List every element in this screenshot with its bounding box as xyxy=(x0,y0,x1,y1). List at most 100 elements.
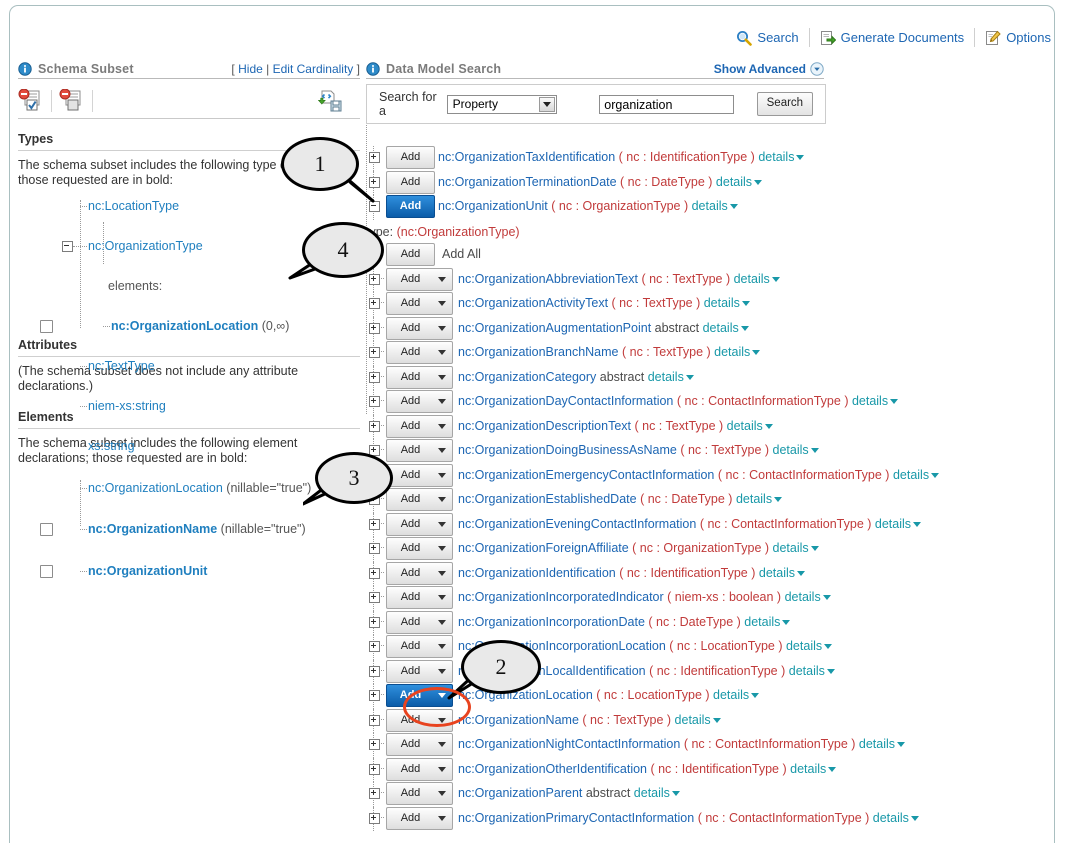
expand-toggle[interactable] xyxy=(369,372,380,383)
expand-toggle[interactable] xyxy=(369,739,380,750)
property-name[interactable]: nc:OrganizationUnit xyxy=(438,199,551,213)
element-node-checkbox[interactable] xyxy=(40,565,53,578)
details-link[interactable]: details xyxy=(648,370,694,384)
expand-toggle[interactable] xyxy=(369,764,380,775)
add-button-selected[interactable]: Add xyxy=(386,195,435,218)
details-link[interactable]: details xyxy=(692,199,738,213)
add-dropdown-button[interactable] xyxy=(432,415,453,438)
add-dropdown-button[interactable] xyxy=(432,439,453,462)
property-name[interactable]: nc:OrganizationAbbreviationText xyxy=(458,272,641,286)
add-dropdown-button[interactable] xyxy=(432,464,453,487)
expand-toggle[interactable] xyxy=(369,715,380,726)
add-button[interactable]: Add xyxy=(386,513,435,536)
add-dropdown-button[interactable] xyxy=(432,390,453,413)
type-link[interactable]: nc:OrganizationLocation xyxy=(111,319,258,333)
property-name[interactable]: nc:OrganizationIncorporatedIndicator xyxy=(458,590,667,604)
expand-toggle[interactable] xyxy=(369,421,380,432)
type-link[interactable]: nc:TextType xyxy=(88,359,155,373)
details-link[interactable]: details xyxy=(773,541,819,555)
add-dropdown-button[interactable] xyxy=(432,733,453,756)
property-name[interactable]: nc:OrganizationEstablishedDate xyxy=(458,492,640,506)
add-dropdown-button[interactable] xyxy=(432,709,453,732)
show-advanced-toggle[interactable]: Show Advanced xyxy=(714,62,824,76)
generate-documents-action[interactable]: Generate Documents xyxy=(810,28,976,47)
add-dropdown-button[interactable] xyxy=(432,537,453,560)
collapse-toggle[interactable] xyxy=(62,241,73,252)
add-button[interactable]: Add xyxy=(386,171,435,194)
details-link[interactable]: details xyxy=(789,664,835,678)
details-link[interactable]: details xyxy=(758,150,804,164)
add-dropdown-button[interactable] xyxy=(432,317,453,340)
add-button[interactable]: Add xyxy=(386,611,435,634)
details-link[interactable]: details xyxy=(759,566,805,580)
property-name[interactable]: nc:OrganizationCategory xyxy=(458,370,600,384)
details-link[interactable]: details xyxy=(634,786,680,800)
expand-toggle[interactable] xyxy=(369,690,380,701)
add-button[interactable]: Add xyxy=(386,415,435,438)
expand-toggle[interactable] xyxy=(369,592,380,603)
expand-toggle[interactable] xyxy=(369,617,380,628)
add-button[interactable]: Add xyxy=(386,390,435,413)
property-name[interactable]: nc:OrganizationName xyxy=(458,713,582,727)
search-type-select[interactable]: Property xyxy=(447,95,557,114)
element-node-checkbox[interactable] xyxy=(40,523,53,536)
hide-link[interactable]: Hide xyxy=(238,62,263,76)
remove-all-icon[interactable] xyxy=(59,89,85,113)
property-name[interactable]: nc:OrganizationPrimaryContactInformation xyxy=(458,811,698,825)
add-dropdown-button[interactable] xyxy=(432,758,453,781)
element-link[interactable]: nc:OrganizationName xyxy=(88,522,217,536)
search-action[interactable]: Search xyxy=(726,28,809,47)
add-dropdown-button[interactable] xyxy=(432,268,453,291)
add-dropdown-button[interactable] xyxy=(432,513,453,536)
property-name[interactable]: nc:OrganizationNightContactInformation xyxy=(458,737,684,751)
add-button[interactable]: Add xyxy=(386,807,435,830)
property-name[interactable]: nc:OrganizationParent xyxy=(458,786,586,800)
save-schema-icon[interactable] xyxy=(318,89,344,113)
add-button[interactable]: Add xyxy=(386,586,435,609)
details-link[interactable]: details xyxy=(736,492,782,506)
options-action[interactable]: Options xyxy=(975,28,1055,47)
property-name[interactable]: nc:OrganizationDoingBusinessAsName xyxy=(458,443,680,457)
details-link[interactable]: details xyxy=(785,590,831,604)
property-name[interactable]: nc:OrganizationTaxIdentification xyxy=(438,150,619,164)
add-button[interactable]: Add xyxy=(386,635,435,658)
expand-toggle[interactable] xyxy=(369,298,380,309)
search-input[interactable]: organization xyxy=(599,95,733,114)
expand-toggle[interactable] xyxy=(369,666,380,677)
details-link[interactable]: details xyxy=(773,443,819,457)
add-dropdown-button[interactable] xyxy=(432,341,453,364)
add-dropdown-button[interactable] xyxy=(432,807,453,830)
add-button[interactable]: Add xyxy=(386,782,435,805)
property-name[interactable]: nc:OrganizationDescriptionText xyxy=(458,419,634,433)
add-dropdown-button[interactable] xyxy=(432,366,453,389)
expand-toggle[interactable] xyxy=(369,323,380,334)
element-link[interactable]: nc:OrganizationLocation xyxy=(88,481,223,495)
type-link[interactable]: niem-xs:string xyxy=(88,399,166,413)
property-name[interactable]: nc:OrganizationEveningContactInformation xyxy=(458,517,700,531)
details-link[interactable]: details xyxy=(893,468,939,482)
property-name[interactable]: nc:OrganizationOtherIdentification xyxy=(458,762,650,776)
property-name[interactable]: nc:OrganizationForeignAffiliate xyxy=(458,541,632,555)
add-button-selected[interactable]: Add xyxy=(386,684,435,707)
add-button[interactable]: Add xyxy=(386,537,435,560)
add-button[interactable]: Add xyxy=(386,366,435,389)
add-button[interactable]: Add xyxy=(386,562,435,585)
details-link[interactable]: details xyxy=(852,394,898,408)
property-name[interactable]: nc:OrganizationTerminationDate xyxy=(438,175,620,189)
add-dropdown-button[interactable] xyxy=(432,611,453,634)
property-name[interactable]: nc:OrganizationBranchName xyxy=(458,345,622,359)
add-dropdown-button[interactable] xyxy=(432,292,453,315)
details-link[interactable]: details xyxy=(714,345,760,359)
add-button[interactable]: Add xyxy=(386,709,435,732)
add-button[interactable]: Add xyxy=(386,660,435,683)
type-line-value[interactable]: (nc:OrganizationType) xyxy=(397,225,520,239)
details-link[interactable]: details xyxy=(875,517,921,531)
expand-toggle[interactable] xyxy=(369,813,380,824)
add-dropdown-button[interactable] xyxy=(432,586,453,609)
add-dropdown-button[interactable] xyxy=(432,488,453,511)
type-link[interactable]: nc:OrganizationType xyxy=(88,239,203,253)
expand-toggle[interactable] xyxy=(369,568,380,579)
details-link[interactable]: details xyxy=(704,296,750,310)
expand-toggle[interactable] xyxy=(369,641,380,652)
remove-checked-icon[interactable] xyxy=(18,89,44,113)
